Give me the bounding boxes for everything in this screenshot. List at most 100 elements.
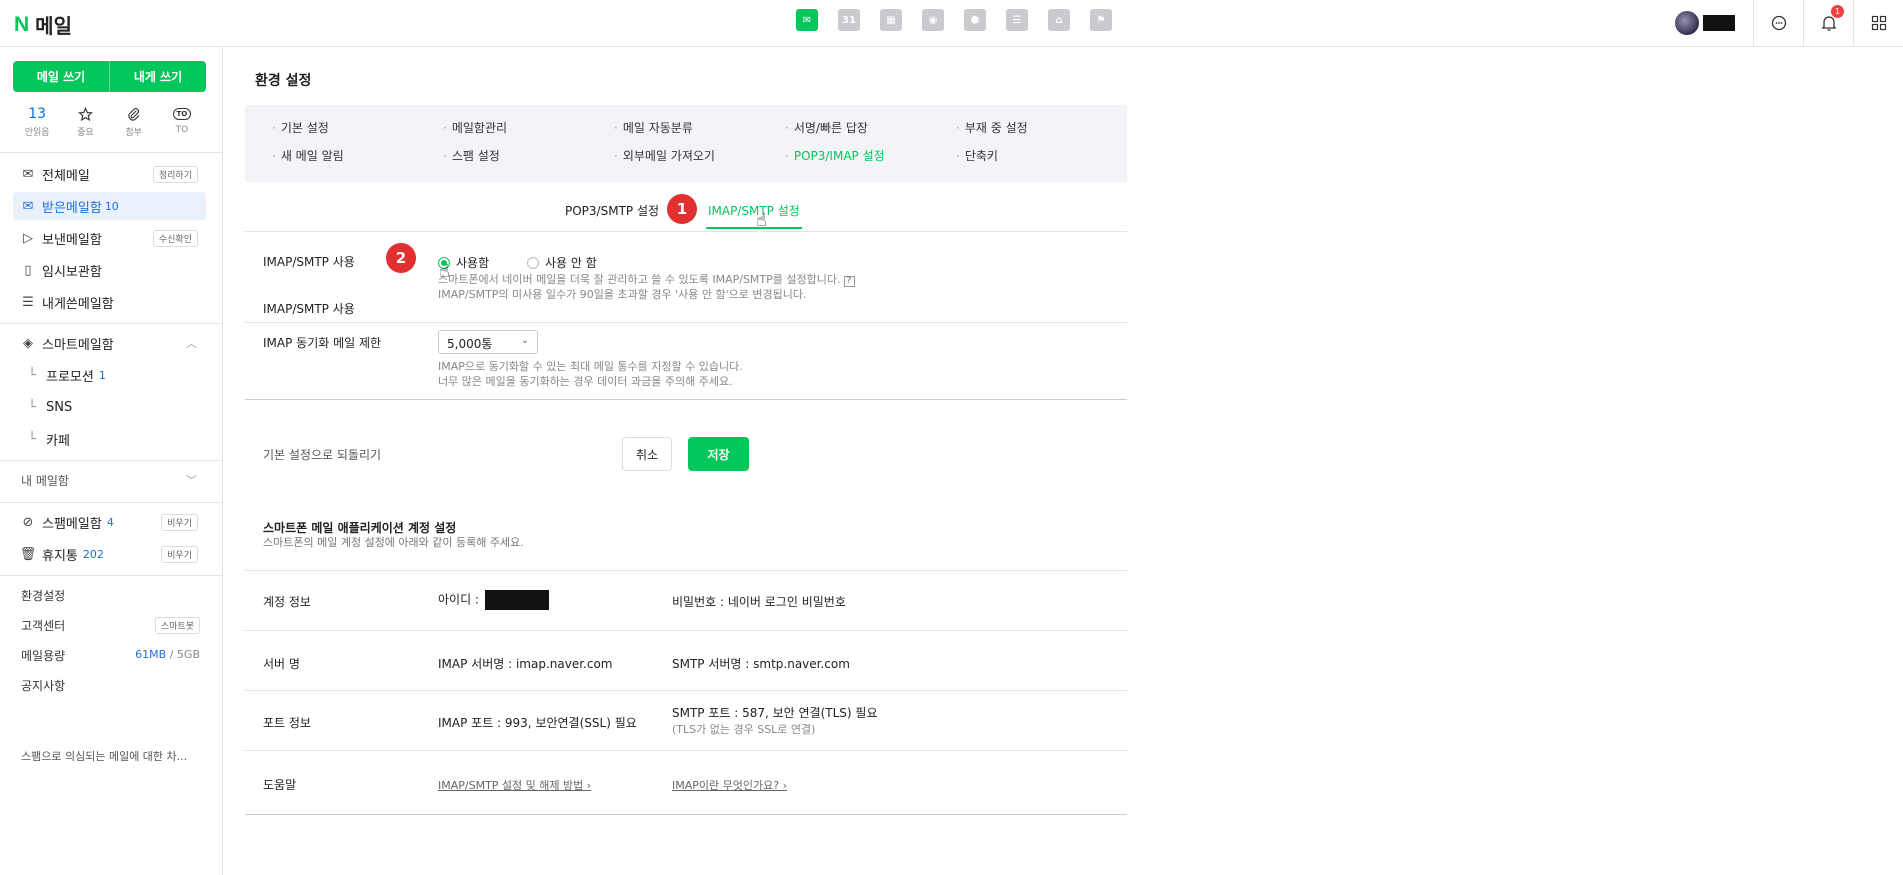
empty-trash-button[interactable]: 비우기 bbox=[161, 545, 198, 563]
what-is-imap-link[interactable]: IMAP이란 무엇인가요? › bbox=[672, 777, 787, 793]
bookmark-app-icon[interactable]: ⚑ bbox=[1090, 9, 1112, 31]
spam-count: 4 bbox=[106, 515, 114, 529]
sidebar-item-drafts[interactable]: ▯ 임시보관함 bbox=[13, 256, 206, 284]
naver-mail-logo[interactable]: N 메일 bbox=[14, 10, 72, 39]
radio-unchecked-icon[interactable] bbox=[527, 256, 539, 269]
sidebar-item-sns[interactable]: └ SNS bbox=[13, 393, 206, 421]
write-mail-button[interactable]: 메일 쓰기 bbox=[13, 61, 110, 92]
sidebar-item-my-mailbox[interactable]: 내 메일함 ﹀ bbox=[13, 466, 206, 494]
empty-spam-button[interactable]: 비우기 bbox=[161, 513, 198, 531]
cancel-button[interactable]: 취소 bbox=[622, 437, 672, 471]
sidebar-item-label: 임시보관함 bbox=[42, 264, 102, 280]
app-title[interactable]: 메일 bbox=[35, 10, 72, 39]
menu-mailbox-management[interactable]: 메일함관리 bbox=[443, 119, 507, 136]
memo-app-icon[interactable]: ☰ bbox=[1006, 9, 1028, 31]
radio-no-imap[interactable]: 사용 안 함 bbox=[527, 254, 597, 271]
smartbot-button[interactable]: 스마트봇 bbox=[154, 617, 200, 634]
write-to-self-button[interactable]: 내게 쓰기 bbox=[110, 61, 206, 92]
sidebar-item-label: 전체메일 bbox=[42, 168, 90, 184]
smtp-server-cell: SMTP 서버명 : smtp.naver.com bbox=[672, 657, 850, 671]
cafe-app-icon[interactable]: ⌂ bbox=[1048, 9, 1070, 31]
notification-button[interactable]: 1 bbox=[1803, 0, 1853, 46]
menu-absence[interactable]: 부재 중 설정 bbox=[956, 119, 1028, 136]
chevron-down-icon[interactable]: ﹀ bbox=[186, 472, 197, 488]
contacts-app-icon[interactable]: ◉ bbox=[922, 9, 944, 31]
imap-server-cell: IMAP 서버명 : imap.naver.com bbox=[438, 657, 613, 671]
help-icon[interactable]: ? bbox=[843, 276, 855, 287]
cloud-app-icon[interactable]: ⬢ bbox=[964, 9, 986, 31]
phone-settings-title: 스마트폰 메일 애플리케이션 계정 설정 bbox=[263, 521, 457, 535]
calendar-app-icon[interactable]: 31 bbox=[838, 9, 860, 31]
menu-signature[interactable]: 서명/빠른 답장 bbox=[785, 119, 868, 136]
sidebar-item-spam[interactable]: ⊘ 스팸메일함 4 비우기 bbox=[13, 508, 206, 536]
sidebar-item-cafe[interactable]: └ 카페 bbox=[13, 425, 206, 453]
all-services-button[interactable] bbox=[1853, 0, 1903, 46]
menu-basic-settings[interactable]: 기본 설정 bbox=[272, 119, 329, 136]
imap-setup-help-link[interactable]: IMAP/SMTP 설정 및 해제 방법 › bbox=[438, 777, 591, 793]
sidebar-item-all-mail[interactable]: ✉ 전체메일 정리하기 bbox=[13, 160, 206, 188]
smtp-port-note: (TLS가 없는 경우 SSL로 연결) bbox=[672, 723, 816, 736]
sync-desc-line1: IMAP으로 동기화할 수 있는 최대 메일 통수를 지정할 수 있습니다. bbox=[438, 360, 743, 373]
sidebar-item-label: 카페 bbox=[46, 433, 70, 449]
tab-pop3-smtp[interactable]: POP3/SMTP 설정 bbox=[565, 202, 659, 219]
save-button[interactable]: 저장 bbox=[688, 437, 749, 471]
chevron-up-icon[interactable]: ︿ bbox=[186, 335, 197, 351]
settings-link[interactable]: 환경설정 bbox=[21, 587, 65, 604]
sidebar-item-trash[interactable]: 🗑 휴지통 202 비우기 bbox=[13, 540, 206, 568]
divider bbox=[0, 502, 222, 503]
promotion-count: 1 bbox=[98, 368, 106, 382]
menu-spam-settings[interactable]: 스팸 설정 bbox=[443, 147, 500, 164]
naver-n-logo-icon[interactable]: N bbox=[14, 13, 29, 37]
notice-text[interactable]: 스팸으로 의심되는 메일에 대한 차... bbox=[21, 748, 201, 764]
notice-label[interactable]: 공지사항 bbox=[21, 677, 65, 694]
to-me-filter[interactable]: TO TO bbox=[160, 105, 204, 138]
sidebar-item-label: 스팸메일함 bbox=[42, 516, 102, 532]
trash-count: 202 bbox=[82, 547, 104, 561]
chat-bubble-icon bbox=[1771, 15, 1786, 31]
avatar[interactable] bbox=[1675, 11, 1699, 35]
menu-pop3-imap[interactable]: POP3/IMAP 설정 bbox=[785, 147, 885, 164]
page-title: 환경 설정 bbox=[255, 73, 312, 89]
sidebar-item-promotion[interactable]: └ 프로모션 1 bbox=[13, 361, 206, 389]
inbox-icon: ✉ bbox=[22, 198, 34, 214]
reset-defaults-link[interactable]: 기본 설정으로 되돌리기 bbox=[263, 446, 381, 463]
storage-used: 61MB bbox=[135, 648, 167, 661]
menu-shortcuts[interactable]: 단축키 bbox=[956, 147, 998, 164]
important-filter[interactable]: 중요 bbox=[63, 105, 107, 138]
sidebar-item-smart-mailbox[interactable]: ◈ 스마트메일함 ︿ bbox=[13, 329, 206, 357]
menu-auto-sort[interactable]: 메일 자동분류 bbox=[614, 119, 693, 136]
divider bbox=[245, 399, 1127, 400]
talk-button[interactable] bbox=[1753, 0, 1803, 46]
tab-imap-smtp[interactable]: IMAP/SMTP 설정 bbox=[706, 202, 802, 229]
imap-use-label: IMAP/SMTP 사용 bbox=[263, 255, 355, 269]
photo-app-icon[interactable]: ▦ bbox=[880, 9, 902, 31]
port-info-label: 포트 정보 bbox=[263, 716, 311, 730]
sidebar-item-inbox[interactable]: ✉ 받은메일함 10 bbox=[13, 192, 206, 220]
customer-center-link[interactable]: 고객센터 bbox=[21, 617, 65, 634]
write-button-group: 메일 쓰기 내게 쓰기 bbox=[13, 61, 206, 92]
organize-button[interactable]: 정리하기 bbox=[152, 165, 198, 183]
account-id-redacted bbox=[484, 590, 549, 610]
important-label: 중요 bbox=[77, 128, 94, 138]
server-name-label: 서버 명 bbox=[263, 657, 300, 671]
unread-filter[interactable]: 13 안읽음 bbox=[15, 105, 59, 138]
storage-usage: 61MB / 5GB bbox=[135, 648, 200, 661]
sidebar-item-sent[interactable]: ▷ 보낸메일함 수신확인 bbox=[13, 224, 206, 252]
paperclip-icon bbox=[126, 105, 141, 123]
envelope-icon: ✉ bbox=[22, 166, 34, 182]
attachment-label: 첨부 bbox=[125, 128, 142, 138]
menu-new-mail-alert[interactable]: 새 메일 알림 bbox=[272, 147, 344, 164]
step-1-marker: 1 bbox=[667, 194, 697, 224]
divider bbox=[245, 750, 1127, 751]
divider bbox=[245, 690, 1127, 691]
divider bbox=[0, 460, 222, 461]
read-receipt-button[interactable]: 수신확인 bbox=[152, 229, 198, 247]
menu-external-mail[interactable]: 외부메일 가져오기 bbox=[614, 147, 715, 164]
sidebar-item-self[interactable]: ☰ 내게쓴메일함 bbox=[13, 288, 206, 316]
mail-app-icon[interactable]: ✉ bbox=[796, 9, 818, 31]
sync-limit-description: IMAP으로 동기화할 수 있는 최대 메일 통수를 지정할 수 있습니다. 너… bbox=[438, 359, 743, 389]
phone-settings-description: 스마트폰의 메일 계정 설정에 아래와 같이 등록해 주세요. bbox=[263, 536, 524, 549]
user-name-redacted[interactable] bbox=[1703, 15, 1735, 31]
attachment-filter[interactable]: 첨부 bbox=[112, 105, 156, 138]
sync-limit-select[interactable]: 5,000통 ⌄ bbox=[438, 330, 538, 354]
